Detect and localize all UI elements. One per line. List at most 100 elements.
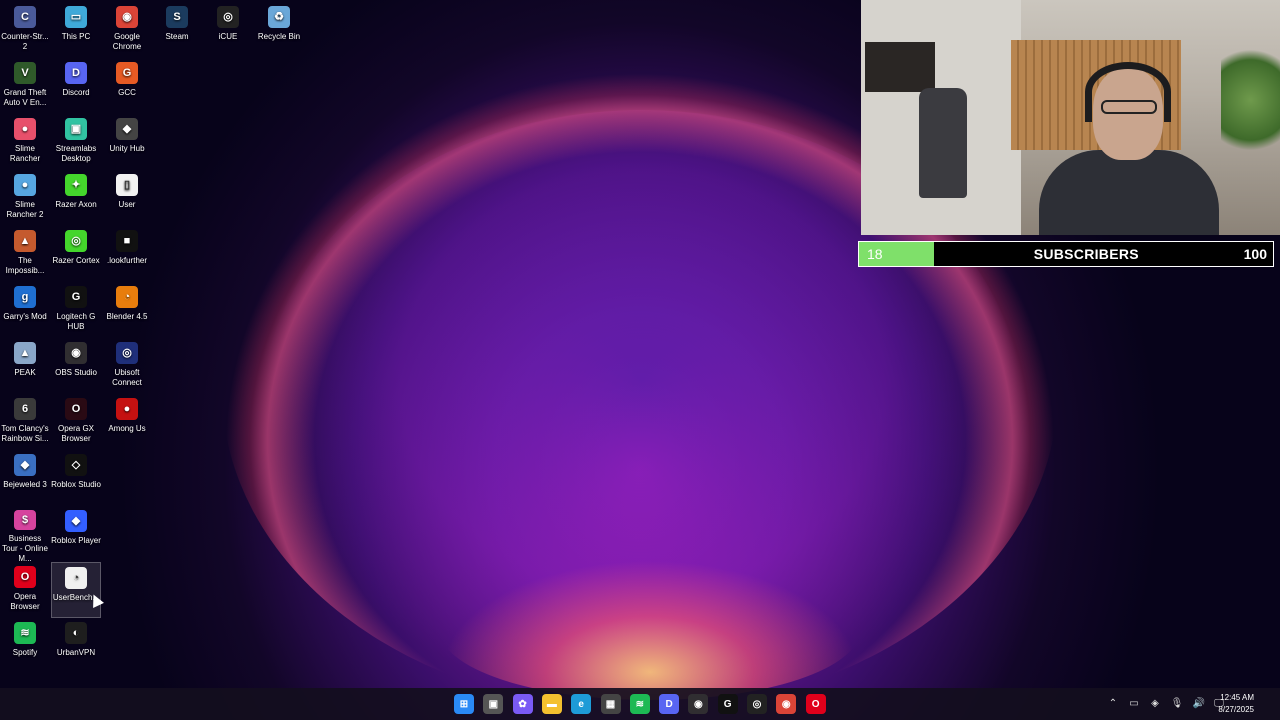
desktop-icon-gta[interactable]: V Grand Theft Auto V En... xyxy=(0,58,50,114)
desktop-icon-chrome[interactable]: ◉ Google Chrome xyxy=(102,2,152,58)
store-icon: ▦ xyxy=(605,698,616,710)
desktop-icon-discord[interactable]: D Discord xyxy=(51,58,101,114)
discord-icon: D xyxy=(665,698,673,710)
desktop-icon-label: Roblox Player xyxy=(51,536,101,545)
desktop-icon-label: Unity Hub xyxy=(109,144,145,153)
discord-icon: D xyxy=(65,62,87,84)
desktop-icon-razer-axon[interactable]: ✦ Razer Axon xyxy=(51,170,101,226)
desktop-icon-urbanvpn[interactable]: ◐ UrbanVPN xyxy=(51,618,101,674)
desktop-icon-label: Business Tour - Online M... xyxy=(2,534,48,562)
desktop-icon-opera-gx[interactable]: O Opera GX Browser xyxy=(51,394,101,450)
desktop-icon-monitor[interactable]: ▭ This PC xyxy=(51,2,101,58)
subscriber-goal-bar: 18 SUBSCRIBERS 100 xyxy=(858,241,1274,267)
desktop-icon-ubisoft[interactable]: ◎ Ubisoft Connect xyxy=(102,338,152,394)
taskbar-file-explorer[interactable]: ▬ xyxy=(541,694,562,714)
taskbar-discord[interactable]: D xyxy=(659,694,680,714)
desktop-icon-recycle-bin[interactable]: ♻ Recycle Bin xyxy=(254,2,304,58)
plant xyxy=(1221,40,1280,160)
edge-icon: e xyxy=(578,698,584,710)
desktop-icon-spotify[interactable]: ≋ Spotify xyxy=(0,618,50,674)
taskbar-edge[interactable]: e xyxy=(571,694,592,714)
business-tour-icon: $ xyxy=(14,510,36,531)
desktop-icon-icue[interactable]: ◎ iCUE xyxy=(203,2,253,58)
desktop-icon-garrys-mod[interactable]: g Garry's Mod xyxy=(0,282,50,338)
chrome-icon: ◉ xyxy=(781,698,791,710)
taskbar-start-button[interactable]: ⊞ xyxy=(454,694,474,714)
desktop-icon-among-us[interactable]: ● Among Us xyxy=(102,394,152,450)
battery-icon[interactable]: ▭ xyxy=(1127,697,1141,711)
webcam-overlay xyxy=(861,0,1280,235)
windows-icon: ⊞ xyxy=(459,698,469,710)
rainbow-six-icon: 6 xyxy=(14,398,36,420)
taskbar-copilot[interactable]: ✿ xyxy=(512,694,533,714)
desktop-icon-streamlabs[interactable]: ▣ Streamlabs Desktop xyxy=(51,114,101,170)
opera-icon: O xyxy=(811,698,820,710)
gaming-chair xyxy=(919,88,967,198)
chevron-up-icon[interactable]: ⌃ xyxy=(1106,697,1120,711)
desktop-icon-cs2[interactable]: C Counter-Str... 2 xyxy=(0,2,50,58)
desktop-icon-logitech[interactable]: G Logitech G HUB xyxy=(51,282,101,338)
taskbar-logitech[interactable]: G xyxy=(717,694,738,714)
desktop-icon-bejeweled[interactable]: ◆ Bejeweled 3 xyxy=(0,450,50,506)
desktop-icon-label: GCC xyxy=(118,88,136,97)
taskbar-obs[interactable]: ◉ xyxy=(688,694,709,714)
desktop-icon-unity[interactable]: ◆ Unity Hub xyxy=(102,114,152,170)
steam-icon: S xyxy=(166,6,188,28)
file-icon: ▯ xyxy=(116,174,138,196)
desktop-icon-business-tour[interactable]: $ Business Tour - Online M... xyxy=(0,506,50,562)
desktop-icon-slime-rancher-2[interactable]: ● Slime Rancher 2 xyxy=(0,170,50,226)
system-clock[interactable]: 12:45 AM 8/27/2025 xyxy=(1218,692,1254,716)
taskbar-spotify[interactable]: ≋ xyxy=(629,694,650,714)
chrome-icon: ◉ xyxy=(116,6,138,28)
logitech-icon: G xyxy=(65,286,87,308)
desktop-icon-label: UrbanVPN xyxy=(56,648,96,657)
urbanvpn-icon: ◐ xyxy=(65,622,87,644)
desktop-icon-impossible-game[interactable]: ▲ The Impossib... xyxy=(0,226,50,282)
taskbar-microsoft-store[interactable]: ▦ xyxy=(600,694,621,714)
desktop-icon-label: This PC xyxy=(61,32,91,41)
desktop-icon-roblox-player[interactable]: ◆ Roblox Player xyxy=(51,506,101,562)
desktop-icon-razer-cortex[interactable]: ◎ Razer Cortex xyxy=(51,226,101,282)
desktop-icon-userbenchmark[interactable]: ◔ UserBench... xyxy=(51,562,101,618)
icue-icon: ◎ xyxy=(217,6,239,28)
volume-icon[interactable]: 🔊 xyxy=(1192,697,1206,711)
among-us-icon: ● xyxy=(116,398,138,420)
clock-date: 8/27/2025 xyxy=(1218,705,1254,714)
desktop-icon-label: Bejeweled 3 xyxy=(3,480,47,489)
unity-icon: ◆ xyxy=(116,118,138,140)
microphone-icon[interactable]: 🎙 xyxy=(1170,697,1184,711)
desktop-icon-obs[interactable]: ◉ OBS Studio xyxy=(51,338,101,394)
desktop-icon-gcc[interactable]: G GCC xyxy=(102,58,152,114)
desktop-icon-opera[interactable]: O Opera Browser xyxy=(0,562,50,618)
desktop-icon-lookfurther[interactable]: ■ .lookfurther xyxy=(102,226,152,282)
desktop-icon-label: Google Chrome xyxy=(112,32,142,51)
taskbar-chrome[interactable]: ◉ xyxy=(776,694,797,714)
desktop-icon-file[interactable]: ▯ User xyxy=(102,170,152,226)
desktop-icon-label: Ubisoft Connect xyxy=(112,368,142,387)
desktop-icon-blender[interactable]: ◔ Blender 4.5 xyxy=(102,282,152,338)
desktop-icon-steam[interactable]: S Steam xyxy=(152,2,202,58)
opera-gx-icon: O xyxy=(65,398,87,420)
desktop-icon-peak[interactable]: ▲ PEAK xyxy=(0,338,50,394)
desktop-icon-label: Recycle Bin xyxy=(257,32,301,41)
desktop-icon-label: Opera GX Browser xyxy=(57,424,94,443)
desktop-icon-label: User xyxy=(118,200,136,209)
desktop-icon-label: OBS Studio xyxy=(55,368,97,377)
desktop-icon-label: Grand Theft Auto V En... xyxy=(3,88,47,107)
taskbar: ⊞ ▣ ✿ ▬ e ▦ ≋ D ◉ G ◎ ◉ O ⌃ ▭ ◈ 🎙 🔊 🖵 12:45 AM 8/27/2025 xyxy=(0,688,1280,720)
desktop-icon-roblox-studio[interactable]: ◇ Roblox Studio xyxy=(51,450,101,506)
spotify-icon: ≋ xyxy=(14,622,36,644)
taskbar-icue[interactable]: ◎ xyxy=(747,694,767,714)
taskbar-task-view[interactable]: ▣ xyxy=(483,694,504,714)
taskbar-opera[interactable]: O xyxy=(805,694,826,714)
desktop-icon-label: Slime Rancher xyxy=(9,144,41,163)
subscriber-label: SUBSCRIBERS xyxy=(1033,246,1139,262)
desktop-icon-rainbow-six[interactable]: 6 Tom Clancy's Rainbow Si... xyxy=(0,394,50,450)
lookfurther-icon: ■ xyxy=(116,230,138,252)
shield-icon[interactable]: ◈ xyxy=(1148,697,1162,711)
desktop-icon-slime-rancher[interactable]: ● Slime Rancher xyxy=(0,114,50,170)
streamer-shirt xyxy=(1039,150,1219,235)
desktop-icon-label: Streamlabs Desktop xyxy=(55,144,97,163)
gcc-icon: G xyxy=(116,62,138,84)
desktop-icon-label: Opera Browser xyxy=(10,592,40,611)
